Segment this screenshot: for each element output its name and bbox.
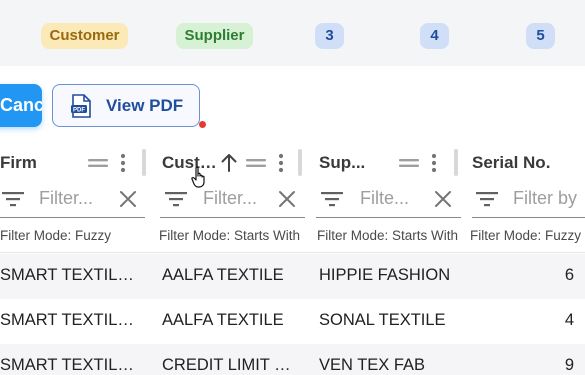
filter-mode-label: Filter Mode: Fuzzy [470, 228, 582, 243]
cell-firm: SMART TEXTILES [0, 311, 138, 329]
close-icon[interactable] [119, 190, 137, 208]
view-pdf-button[interactable]: PDF View PDF [52, 84, 200, 127]
column-header-serial-no[interactable]: Serial No. [472, 148, 585, 178]
filter-field-supplier[interactable]: Filte... [316, 180, 461, 218]
filter-placeholder: Filter... [203, 188, 258, 208]
view-pdf-label: View PDF [106, 95, 184, 115]
filter-list-icon [321, 192, 343, 207]
drag-handle-icon[interactable] [87, 152, 109, 174]
filter-field-customer[interactable]: Filter... [160, 180, 305, 218]
drag-handle-icon[interactable] [245, 152, 267, 174]
hand-pointer-icon [191, 166, 205, 188]
legend-chip-5: 5 [526, 23, 555, 49]
close-icon[interactable] [278, 190, 296, 208]
indicator-dot [199, 121, 206, 128]
cancel-button[interactable]: Cancel [0, 84, 42, 127]
column-resize-handle[interactable] [454, 149, 458, 176]
filter-list-icon [476, 192, 498, 207]
cell-supplier: HIPPIE FASHION [319, 266, 451, 284]
filter-list-icon [2, 192, 24, 207]
table-row[interactable]: SMART TEXTILES AALFA TEXTILE HIPPIE FASH… [0, 254, 585, 299]
filter-placeholder: Filter... [39, 188, 94, 208]
more-vert-icon[interactable] [275, 152, 287, 174]
filter-underline [160, 216, 305, 218]
arrow-up-icon[interactable] [220, 152, 238, 174]
filter-field-firm[interactable]: Filter... [0, 180, 145, 218]
drag-handle-icon[interactable] [398, 152, 420, 174]
header-divider [0, 252, 585, 253]
cell-serial-no: 6 [564, 266, 574, 284]
column-resize-handle[interactable] [142, 149, 146, 176]
column-title-firm: Firm [0, 153, 37, 172]
cell-customer: AALFA TEXTILE [162, 266, 284, 284]
filter-underline [0, 216, 145, 218]
cell-firm: SMART TEXTILES [0, 266, 138, 284]
column-resize-handle[interactable] [298, 149, 302, 176]
table-row[interactable]: SMART TEXTILES AALFA TEXTILE SONAL TEXTI… [0, 299, 585, 344]
column-header-firm[interactable]: Firm [0, 148, 80, 178]
filter-mode-label: Filter Mode: Starts With [317, 228, 459, 243]
filter-mode-label: Filter Mode: Starts With [159, 228, 301, 243]
legend-chip-customer: Customer [41, 23, 128, 49]
column-header-supplier[interactable]: Sup... [319, 148, 377, 178]
legend-strip: Customer Supplier 3 4 5 [0, 0, 585, 66]
cell-supplier: VEN TEX FAB [319, 356, 426, 374]
table-row[interactable]: SMART TEXTILES CREDIT LIMIT CUSTOMER VEN… [0, 344, 585, 375]
more-vert-icon[interactable] [117, 152, 129, 174]
filter-underline [316, 216, 461, 218]
column-title-supplier: Sup... [319, 153, 366, 172]
pdf-file-icon: PDF [71, 93, 91, 118]
filter-placeholder: Filter by [513, 188, 578, 208]
cell-firm: SMART TEXTILES [0, 356, 138, 374]
legend-chip-supplier: Supplier [176, 23, 253, 49]
close-icon[interactable] [434, 190, 452, 208]
legend-chip-4: 4 [420, 23, 449, 49]
filter-mode-label: Filter Mode: Fuzzy [0, 228, 112, 243]
filter-list-icon [165, 192, 187, 207]
filter-underline [472, 216, 585, 218]
cell-customer: AALFA TEXTILE [162, 311, 284, 329]
filter-placeholder: Filte... [360, 188, 410, 208]
more-vert-icon[interactable] [428, 152, 440, 174]
cell-serial-no: 9 [564, 356, 574, 374]
cell-serial-no: 4 [564, 311, 574, 329]
filter-field-serial-no[interactable]: Filter by [472, 180, 585, 218]
pdf-icon-text: PDF [73, 107, 85, 113]
cell-customer: CREDIT LIMIT CUSTOMER [162, 356, 302, 374]
column-title-serial-no: Serial No. [472, 153, 551, 172]
cell-supplier: SONAL TEXTILE [319, 311, 446, 329]
legend-chip-3: 3 [315, 23, 344, 49]
